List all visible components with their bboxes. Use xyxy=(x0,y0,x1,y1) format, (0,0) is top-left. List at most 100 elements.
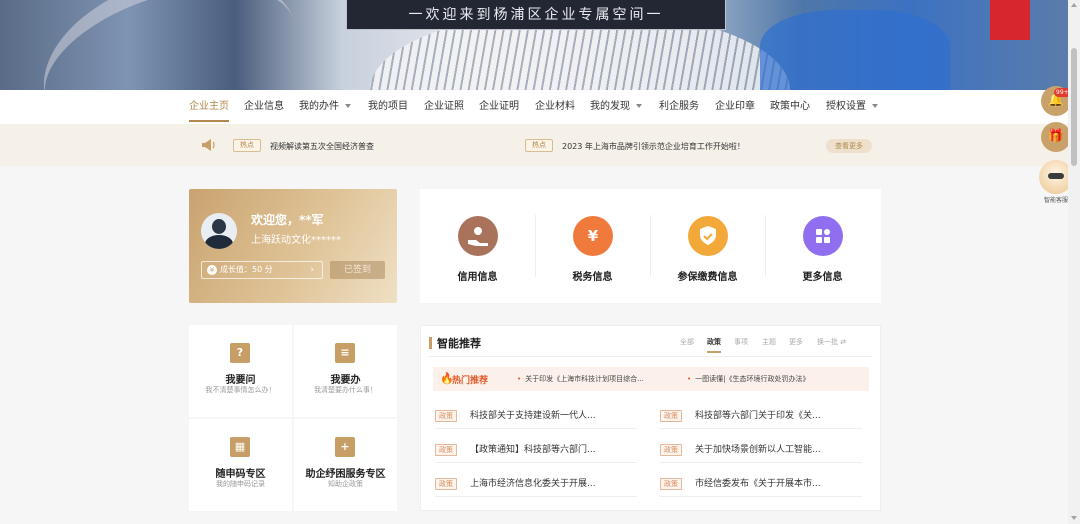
policy-row[interactable]: 政策 【政策通知】科技部等六部门... xyxy=(435,439,637,463)
credit-info-item[interactable]: 信用信息 xyxy=(420,189,535,303)
nav-item-services[interactable]: 利企服务 xyxy=(659,90,699,124)
coin-icon: ¥ xyxy=(207,265,217,275)
avatar xyxy=(201,213,237,249)
news-item[interactable]: 2023 年上海市品牌引领示范企业培育工作开始啦！ xyxy=(562,141,745,152)
ask-tile[interactable]: ? 我要问 我不清楚事情怎么办！ xyxy=(189,325,292,417)
avatar-head xyxy=(212,219,226,234)
nav-item-seals[interactable]: 企业印章 xyxy=(715,90,755,124)
scrollbar-thumb[interactable] xyxy=(1071,48,1077,166)
tab-topics[interactable]: 主题 xyxy=(762,337,776,347)
info-label: 更多信息 xyxy=(802,272,843,283)
nav-item-discover[interactable]: 我的发现 xyxy=(590,90,642,124)
policy-row[interactable]: 政策 关于加快场景创新以人工智能... xyxy=(660,439,862,463)
tile-subtitle: 我不清楚事情怎么办！ xyxy=(205,386,276,394)
view-more-button[interactable]: 查看更多 xyxy=(826,139,872,153)
do-tile[interactable]: ≡ 我要办 我清楚要办什么事！ xyxy=(294,325,397,417)
tab-policy[interactable]: 政策 xyxy=(707,337,721,353)
hot-tag: 热点 xyxy=(233,139,261,152)
insurance-info-item[interactable]: 参保缴费信息 xyxy=(650,189,765,303)
signed-in-button[interactable]: 已签到 xyxy=(330,261,385,279)
nav-item-company-info[interactable]: 企业信息 xyxy=(244,90,284,124)
policy-tag: 政策 xyxy=(435,478,457,490)
growth-value: 成长值：50 分 xyxy=(220,265,273,274)
divider xyxy=(429,356,872,357)
banner-title-box: 一欢迎来到杨浦区企业专属空间一 xyxy=(346,0,726,30)
hot-tag: 热点 xyxy=(525,139,553,152)
relief-service-tile[interactable]: + 助企纾困服务专区 知助企政策 xyxy=(294,419,397,511)
nav-item-licenses[interactable]: 企业证照 xyxy=(424,90,464,124)
refresh-button[interactable]: 换一批 ⇄ xyxy=(817,337,846,347)
policy-tag: 政策 xyxy=(435,410,457,422)
grid-icon xyxy=(803,216,843,256)
news-item[interactable]: 视频解读第五次全国经济普查 xyxy=(270,141,374,152)
recommend-title: 智能推荐 xyxy=(437,337,481,350)
refresh-label: 换一批 xyxy=(817,338,838,346)
hand-icon xyxy=(458,216,498,256)
nav-label: 授权设置 xyxy=(826,101,866,112)
question-box-icon: ? xyxy=(230,343,250,363)
nav-item-my-projects[interactable]: 我的项目 xyxy=(368,90,408,124)
nav-item-authorization[interactable]: 授权设置 xyxy=(826,90,878,124)
tab-more[interactable]: 更多 xyxy=(789,337,803,347)
hot-recommend-label: 热门推荐 xyxy=(452,376,489,386)
tile-subtitle: 我的随申码记录 xyxy=(216,480,265,488)
policy-tag: 政策 xyxy=(660,444,682,456)
megaphone-icon xyxy=(202,139,215,151)
grid-glyph xyxy=(816,229,830,243)
more-info-item[interactable]: 更多信息 xyxy=(765,189,880,303)
banner-red-sign-graphic xyxy=(990,0,1030,40)
tile-subtitle: 知助企政策 xyxy=(328,480,363,488)
tax-info-item[interactable]: ¥ 税务信息 xyxy=(535,189,650,303)
tile-title: 我要办 xyxy=(330,375,361,386)
robot-face xyxy=(1048,173,1064,179)
medical-box-icon: + xyxy=(335,437,355,457)
nav-item-home[interactable]: 企业主页 xyxy=(189,90,229,124)
qrcode-tile[interactable]: ▦ 随申码专区 我的随申码记录 xyxy=(189,419,292,511)
page: 一欢迎来到杨浦区企业专属空间一 企业主页 企业信息 我的办件 我的项目 企业证照… xyxy=(0,0,1080,524)
policy-row[interactable]: 政策 上海市经济信息化委关于开展... xyxy=(435,473,637,497)
qrcode-icon: ▦ xyxy=(230,437,250,457)
policy-title: 【政策通知】科技部等六部门... xyxy=(470,445,596,455)
nav-item-materials[interactable]: 企业材料 xyxy=(535,90,575,124)
banner-title: 一欢迎来到杨浦区企业专属空间一 xyxy=(408,7,664,23)
company-name: 上海跃动文化****** xyxy=(251,235,341,246)
nav-label: 我的发现 xyxy=(590,101,630,112)
info-label: 参保缴费信息 xyxy=(677,272,738,283)
policy-tag: 政策 xyxy=(435,444,457,456)
news-bar: 热点 视频解读第五次全国经济普查 热点 2023 年上海市品牌引领示范企业培育工… xyxy=(0,124,1068,166)
scroll-up-icon[interactable] xyxy=(1071,3,1077,7)
tile-title: 随申码专区 xyxy=(215,469,266,480)
info-label: 税务信息 xyxy=(572,272,613,283)
nav-item-certificates[interactable]: 企业证明 xyxy=(479,90,519,124)
tile-subtitle: 我清楚要办什么事！ xyxy=(314,386,377,394)
policy-title: 科技部关于支持建设新一代人... xyxy=(470,411,596,421)
shield-icon xyxy=(688,216,728,256)
policy-row[interactable]: 政策 科技部等六部门关于印发《关... xyxy=(660,405,862,429)
policy-row[interactable]: 政策 科技部关于支持建设新一代人... xyxy=(435,405,637,429)
chevron-down-icon xyxy=(345,104,351,108)
hero-banner: 一欢迎来到杨浦区企业专属空间一 xyxy=(0,0,1068,90)
hot-recommend-item[interactable]: 关于印发《上海市科技计划项目综合... xyxy=(517,374,644,384)
chevron-down-icon xyxy=(636,104,642,108)
policy-title: 科技部等六部门关于印发《关... xyxy=(695,411,821,421)
tab-matters[interactable]: 事项 xyxy=(734,337,748,347)
yen-bag-icon: ¥ xyxy=(573,216,613,256)
info-card: 信用信息 ¥ 税务信息 参保缴费信息 更多信息 xyxy=(420,189,881,303)
growth-value-button[interactable]: ¥ 成长值：50 分 › xyxy=(201,261,323,279)
tile-title: 助企纾困服务专区 xyxy=(305,469,386,480)
policy-title: 上海市经济信息化委关于开展... xyxy=(470,479,596,489)
clipboard-icon: ≡ xyxy=(335,343,355,363)
scroll-down-icon[interactable] xyxy=(1071,516,1077,520)
nav-item-policy-center[interactable]: 政策中心 xyxy=(770,90,810,124)
smart-recommend-panel: 智能推荐 全部 政策 事项 主题 更多 换一批 ⇄ 🔥 热门推荐 关于印发《上海… xyxy=(420,325,881,511)
banner-road-graphic xyxy=(21,0,319,90)
policy-row[interactable]: 政策 市经信委发布《关于开展本市... xyxy=(660,473,862,497)
chevron-right-icon: › xyxy=(310,265,314,275)
nav-item-my-cases[interactable]: 我的办件 xyxy=(299,90,351,124)
hot-recommend-item[interactable]: 一图读懂|《生态环境行政处罚办法》 xyxy=(687,374,809,384)
policy-title: 关于加快场景创新以人工智能... xyxy=(695,445,821,455)
shield-glyph xyxy=(700,226,716,245)
tab-all[interactable]: 全部 xyxy=(680,337,694,347)
gift-button[interactable]: 🎁 xyxy=(1041,122,1071,152)
chevron-down-icon xyxy=(872,104,878,108)
